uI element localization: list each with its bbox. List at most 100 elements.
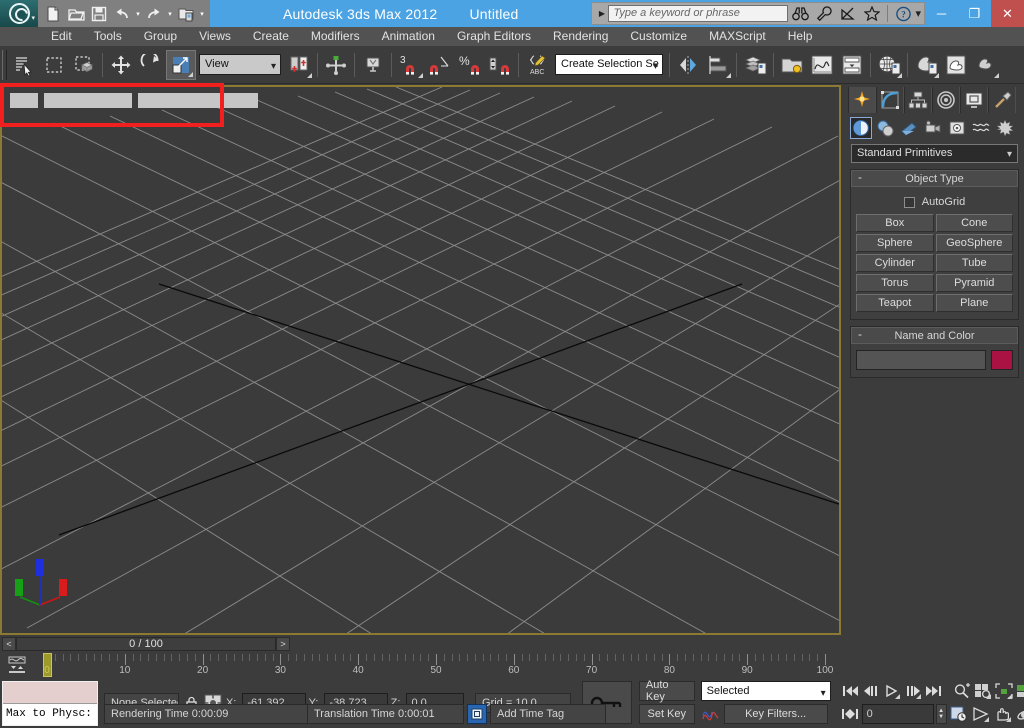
maxscript-input-row[interactable] <box>3 682 97 704</box>
frame-spinner[interactable]: ▲ ▼ <box>935 704 947 724</box>
object-color-swatch[interactable] <box>991 350 1013 370</box>
scale-gizmo-icon[interactable] <box>166 49 196 80</box>
menu-help[interactable]: Help <box>777 27 824 46</box>
subcategory-dropdown[interactable]: Standard Primitives <box>851 144 1018 163</box>
project-folder-button[interactable] <box>175 3 197 25</box>
scene-explorer-icon[interactable] <box>777 50 807 80</box>
create-geosphere-button[interactable]: GeoSphere <box>935 234 1013 252</box>
qat-customize-icon[interactable]: ▾ <box>198 10 206 18</box>
mirror-icon[interactable] <box>673 50 703 80</box>
magnet-3-icon[interactable]: 3 <box>395 50 425 80</box>
timeline-ruler[interactable]: 10 20 30 40 50 60 70 80 90 100 0 <box>33 653 841 679</box>
create-teapot-button[interactable]: Teapot <box>856 294 934 312</box>
next-frame-button[interactable]: > <box>276 636 290 651</box>
create-sphere-button[interactable]: Sphere <box>856 234 934 252</box>
open-file-button[interactable] <box>65 3 87 25</box>
percent-snap-icon[interactable]: % <box>455 50 485 80</box>
menu-graph-editors[interactable]: Graph Editors <box>446 27 542 46</box>
object-type-header[interactable]: - Object Type <box>851 170 1018 187</box>
tab-display[interactable] <box>960 87 988 113</box>
next-frame-button[interactable] <box>903 681 923 701</box>
autogrid-checkbox[interactable] <box>903 196 915 208</box>
current-frame-display[interactable]: 0 / 100 <box>16 636 276 651</box>
viewport-label-group[interactable] <box>10 93 258 108</box>
open-mini-curve-editor-button[interactable] <box>0 653 33 679</box>
hand-pan-icon[interactable] <box>993 704 1013 724</box>
autogrid-row[interactable]: AutoGrid <box>856 193 1013 211</box>
redo-button[interactable] <box>143 3 165 25</box>
render-setup-icon[interactable] <box>911 50 941 80</box>
perspective-viewport[interactable] <box>0 85 841 635</box>
create-tube-button[interactable]: Tube <box>935 254 1013 272</box>
name-and-color-header[interactable]: - Name and Color <box>851 327 1018 344</box>
minimize-button[interactable]: ─ <box>925 0 958 27</box>
menu-group[interactable]: Group <box>133 27 188 46</box>
maxscript-output-row[interactable]: Max to Physc: <box>3 704 97 725</box>
undo-dropdown-icon[interactable]: ▾ <box>134 10 142 18</box>
manipulate-icon[interactable] <box>321 50 351 80</box>
set-key-curve-icon[interactable] <box>701 704 721 724</box>
go-to-end-button[interactable] <box>924 681 944 701</box>
key-range-dropdown[interactable]: Selected <box>700 681 831 701</box>
pivot-center-icon[interactable] <box>284 50 314 80</box>
category-geometry[interactable] <box>850 117 872 139</box>
category-space-warps[interactable] <box>970 117 992 139</box>
infocenter-expand-icon[interactable]: ▶ <box>595 9 608 18</box>
application-menu-button[interactable]: ▾ <box>0 0 38 27</box>
isolate-selection-icon[interactable] <box>467 704 487 724</box>
object-name-input[interactable] <box>856 350 986 370</box>
menu-maxscript[interactable]: MAXScript <box>698 27 777 46</box>
key-mode-toggle-button[interactable] <box>840 704 860 724</box>
wrench-icon[interactable] <box>812 3 836 24</box>
collapse-toggle[interactable]: - <box>858 170 862 184</box>
current-frame-field[interactable]: 0 <box>861 704 934 724</box>
menu-rendering[interactable]: Rendering <box>542 27 619 46</box>
material-editor-icon[interactable] <box>874 50 904 80</box>
create-cylinder-button[interactable]: Cylinder <box>856 254 934 272</box>
undo-button[interactable] <box>111 3 133 25</box>
tab-motion[interactable] <box>932 87 960 113</box>
search-input[interactable]: Type a keyword or phrase <box>608 5 789 22</box>
key-filters-button[interactable]: Key Filters... <box>723 704 828 724</box>
menu-customize[interactable]: Customize <box>619 27 698 46</box>
tab-utilities[interactable] <box>988 87 1016 113</box>
align-icon[interactable] <box>703 50 733 80</box>
schematic-view-icon[interactable] <box>837 50 867 80</box>
category-lights[interactable] <box>898 117 920 139</box>
collapse-toggle[interactable]: - <box>858 327 862 341</box>
maxscript-mini-listener[interactable]: Max to Physc: <box>2 681 98 726</box>
previous-frame-button[interactable]: < <box>2 636 16 651</box>
menu-modifiers[interactable]: Modifiers <box>300 27 371 46</box>
rendered-frame-icon[interactable] <box>941 50 971 80</box>
chevron-down-icon[interactable]: ▾ <box>31 14 35 22</box>
named-selection-set-input[interactable]: Create Selection Se <box>555 54 663 75</box>
reference-coordinate-system-dropdown[interactable]: View <box>199 54 281 75</box>
named-selection-icon[interactable]: ABC <box>522 50 552 80</box>
menu-tools[interactable]: Tools <box>83 27 133 46</box>
zoom-extents-all-icon[interactable] <box>1015 681 1024 701</box>
add-time-tag-button[interactable]: Add Time Tag <box>490 704 606 724</box>
play-animation-button[interactable] <box>882 681 902 701</box>
binoculars-icon[interactable] <box>788 3 812 24</box>
menu-edit[interactable]: Edit <box>40 27 83 46</box>
auto-key-button[interactable]: Auto Key <box>638 679 695 703</box>
question-circle-icon[interactable]: ? <box>891 3 915 24</box>
zoom-all-icon[interactable] <box>973 681 993 701</box>
zoom-magnifier-icon[interactable] <box>952 681 972 701</box>
set-key-button[interactable]: Set Key <box>638 704 695 724</box>
rotate-gizmo-icon[interactable] <box>136 50 166 80</box>
previous-frame-button[interactable] <box>861 681 881 701</box>
create-plane-button[interactable]: Plane <box>935 294 1013 312</box>
category-helpers[interactable] <box>946 117 968 139</box>
create-pyramid-button[interactable]: Pyramid <box>935 274 1013 292</box>
menu-animation[interactable]: Animation <box>371 27 446 46</box>
satellite-dish-icon[interactable] <box>836 3 860 24</box>
create-box-button[interactable]: Box <box>856 214 934 232</box>
new-file-button[interactable] <box>42 3 64 25</box>
select-object-icon[interactable] <box>39 50 69 80</box>
layers-icon[interactable] <box>740 50 770 80</box>
redo-dropdown-icon[interactable]: ▾ <box>166 10 174 18</box>
create-torus-button[interactable]: Torus <box>856 274 934 292</box>
save-file-button[interactable] <box>88 3 110 25</box>
orbit-icon[interactable] <box>1015 704 1024 724</box>
